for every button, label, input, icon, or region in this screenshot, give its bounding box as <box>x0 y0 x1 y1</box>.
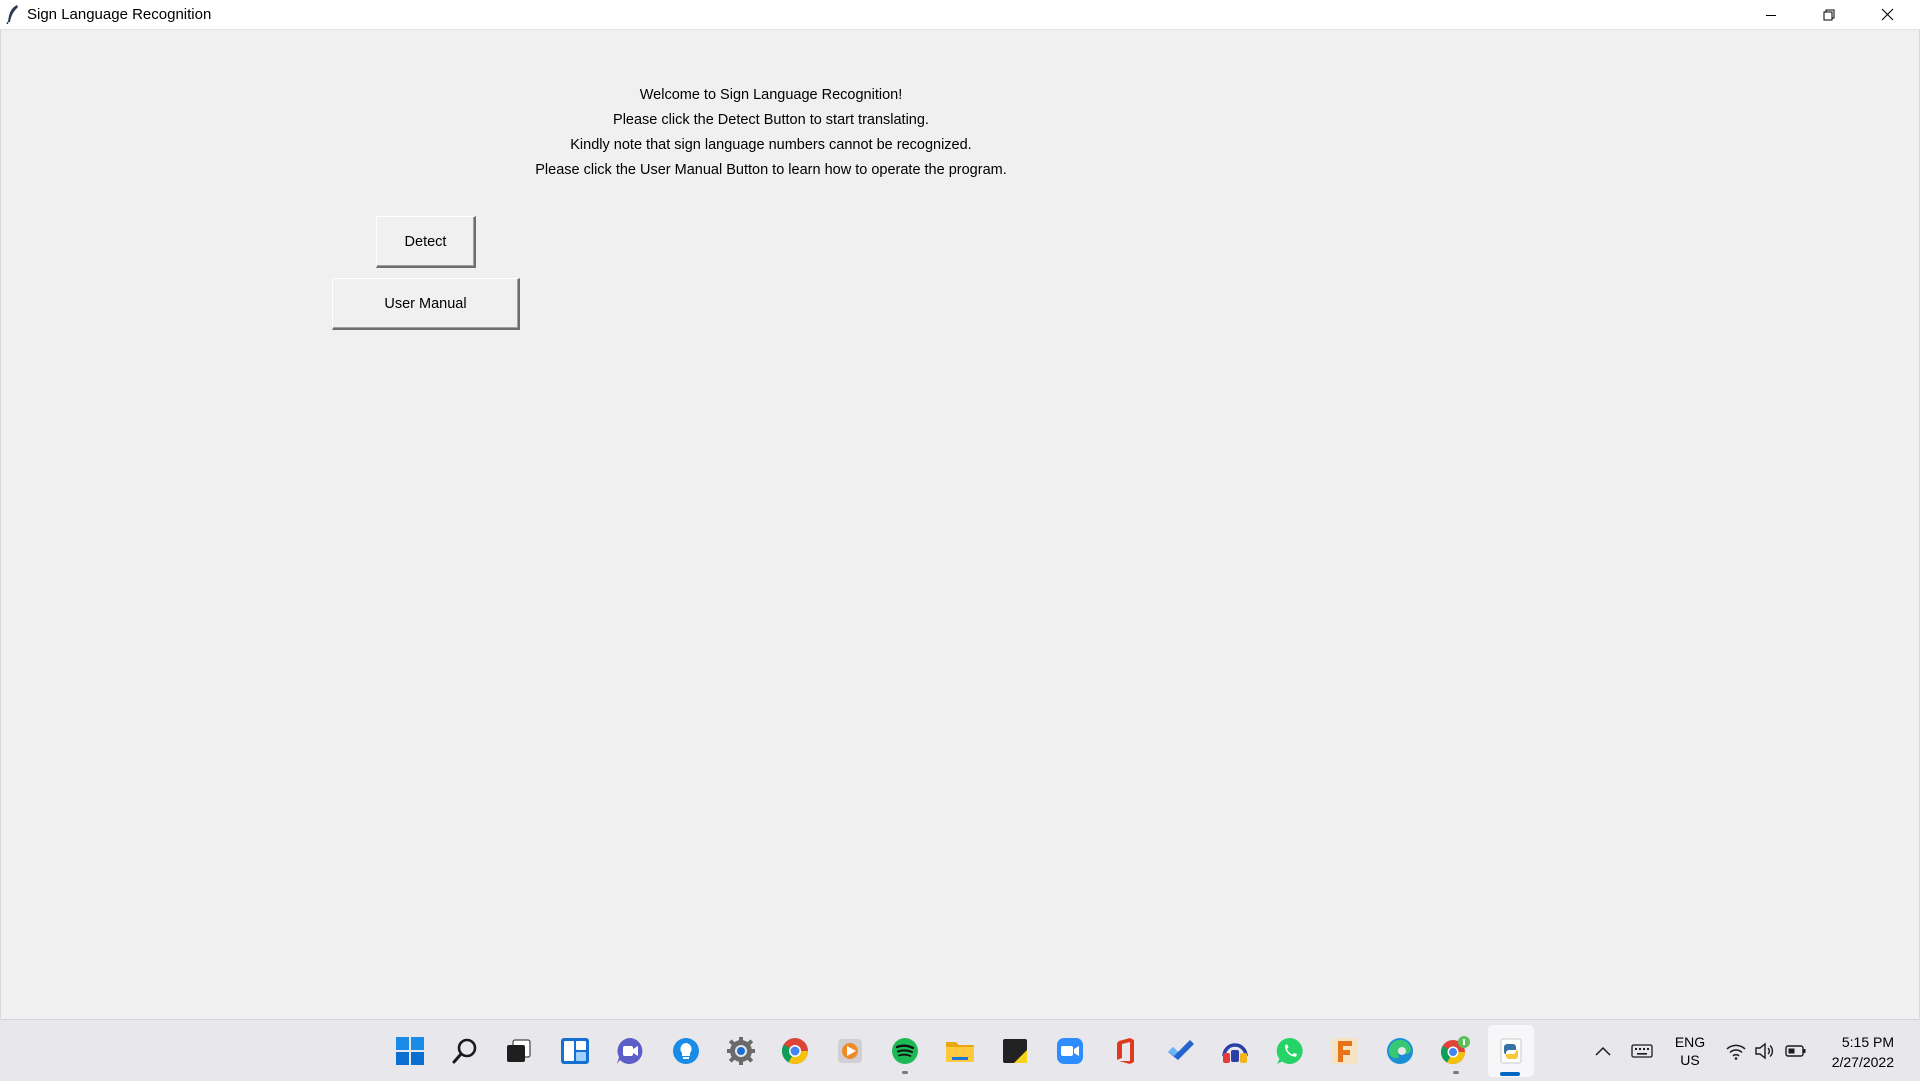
window-title: Sign Language Recognition <box>27 6 212 23</box>
clock-time: 5:15 PM <box>1841 1034 1894 1050</box>
search-icon[interactable] <box>447 1033 483 1069</box>
battery-icon[interactable] <box>1782 1033 1810 1069</box>
taskbar: ENG US 5:15 PM 2/27/2022 <box>0 1019 1920 1081</box>
media-player-icon[interactable] <box>832 1033 868 1069</box>
running-indicator <box>1453 1071 1459 1074</box>
todo-icon[interactable] <box>1162 1033 1198 1069</box>
headphones-app-icon[interactable] <box>1217 1033 1253 1069</box>
user-manual-button[interactable]: User Manual <box>332 278 520 330</box>
settings-gear-icon[interactable] <box>723 1033 759 1069</box>
office-icon[interactable] <box>1107 1033 1143 1069</box>
sticky-notes-icon[interactable] <box>997 1033 1033 1069</box>
welcome-message: Welcome to Sign Language Recognition! Pl… <box>341 83 1201 183</box>
running-indicator <box>902 1071 908 1074</box>
teams-chat-icon[interactable] <box>612 1033 648 1069</box>
restore-button[interactable] <box>1800 0 1858 29</box>
welcome-line: Welcome to Sign Language Recognition! <box>639 87 903 103</box>
window-client-area: Welcome to Sign Language Recognition! Pl… <box>0 30 1920 1018</box>
chrome-profile-icon[interactable] <box>1437 1033 1473 1069</box>
zoom-icon[interactable] <box>1052 1033 1088 1069</box>
widgets-icon[interactable] <box>557 1033 593 1069</box>
spotify-icon[interactable] <box>887 1033 923 1069</box>
title-bar: Sign Language Recognition <box>0 0 1920 30</box>
start-icon[interactable] <box>392 1033 428 1069</box>
ideas-bulb-icon[interactable] <box>668 1033 704 1069</box>
language-indicator[interactable]: ENG US <box>1670 1033 1710 1069</box>
chrome-icon[interactable] <box>777 1033 813 1069</box>
welcome-line: Kindly note that sign language numbers c… <box>570 137 972 153</box>
edge-icon[interactable] <box>1382 1033 1418 1069</box>
restore-icon <box>1823 9 1835 20</box>
volume-icon[interactable] <box>1750 1033 1778 1069</box>
close-icon <box>1881 8 1893 21</box>
keyboard-icon[interactable] <box>1626 1033 1658 1069</box>
python-icon[interactable] <box>1493 1033 1529 1069</box>
region-code: US <box>1680 1052 1700 1068</box>
whatsapp-icon[interactable] <box>1272 1033 1308 1069</box>
minimize-icon <box>1766 14 1776 16</box>
feather-icon <box>5 4 21 25</box>
language-code: ENG <box>1674 1034 1706 1050</box>
clock[interactable]: 5:15 PM 2/27/2022 <box>1832 1032 1894 1072</box>
active-app-indicator <box>1500 1072 1520 1076</box>
fl-app-icon[interactable] <box>1327 1033 1363 1069</box>
detect-button[interactable]: Detect <box>376 216 476 268</box>
wifi-icon[interactable] <box>1722 1033 1750 1069</box>
clock-date: 2/27/2022 <box>1831 1054 1894 1070</box>
welcome-line: Please click the Detect Button to start … <box>613 112 929 128</box>
close-button[interactable] <box>1858 0 1916 29</box>
welcome-line: Please click the User Manual Button to l… <box>535 162 1007 178</box>
task-view-icon[interactable] <box>501 1033 537 1069</box>
file-explorer-icon[interactable] <box>942 1033 978 1069</box>
chevron-up-icon[interactable] <box>1589 1033 1617 1069</box>
minimize-button[interactable] <box>1742 0 1800 29</box>
